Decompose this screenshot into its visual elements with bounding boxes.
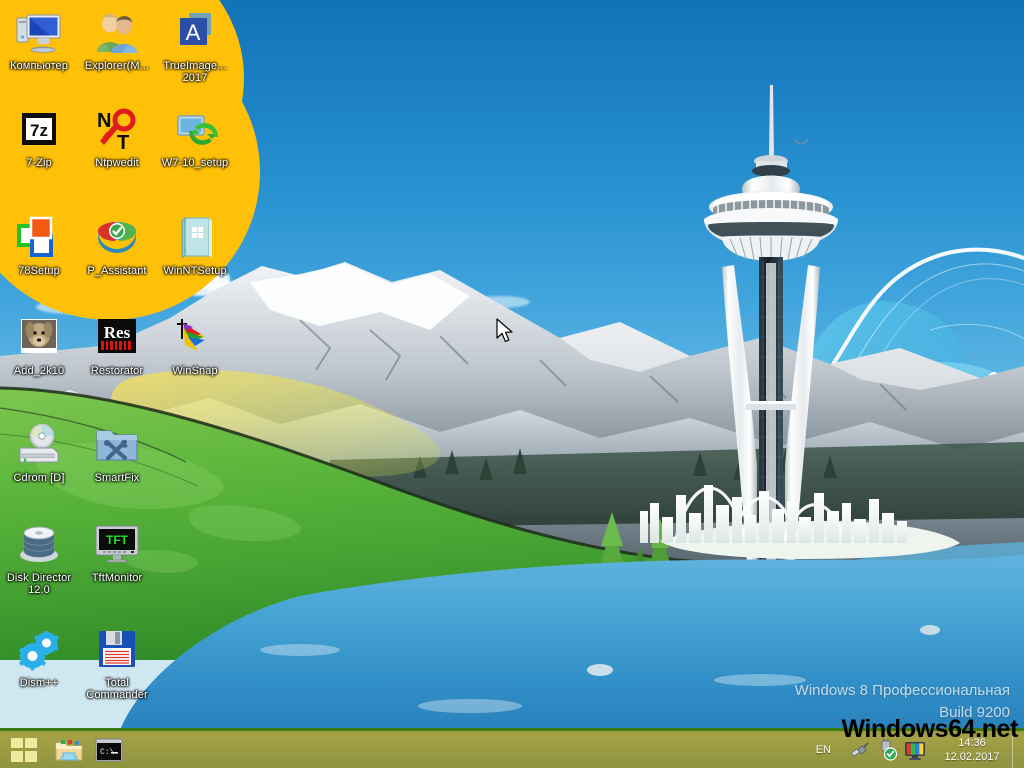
desktop-icon-label: Total Commander bbox=[86, 677, 148, 701]
start-button[interactable] bbox=[0, 731, 48, 768]
desktop-icon-smartfix[interactable]: SmartFix bbox=[78, 420, 156, 484]
taskbar-command-prompt-button[interactable]: C:\ bbox=[90, 732, 128, 768]
desktop-icon-label: Explorer(M... bbox=[84, 60, 150, 72]
desktop-icon-label: P_Assistant bbox=[87, 265, 147, 277]
desktop[interactable]: Компьютер Explorer(M... A TrueImage... 201… bbox=[0, 0, 1024, 768]
svg-text:7z: 7z bbox=[30, 121, 48, 140]
desktop-icon-computer[interactable]: Компьютер bbox=[0, 8, 78, 72]
desktop-icon-label: Restorator bbox=[90, 365, 144, 377]
desktop-icon-label: 7-Zip bbox=[26, 157, 52, 169]
desktop-icon-label: SmartFix bbox=[94, 472, 140, 484]
desktop-icon-trueimage-2017[interactable]: A TrueImage... 2017 bbox=[156, 8, 234, 84]
desktop-icon-ntpwedit[interactable]: N T Ntpwedit bbox=[78, 105, 156, 169]
desktop-icon-seven-zip[interactable]: 7z 7-Zip bbox=[0, 105, 78, 169]
blue-gears-icon bbox=[15, 625, 63, 673]
desktop-icon-total-commander[interactable]: Total Commander bbox=[78, 625, 156, 701]
desktop-icon-cdrom-d[interactable]: Cdrom [D] bbox=[0, 420, 78, 484]
desktop-icon-add-2k10[interactable]: Add_2k10 bbox=[0, 313, 78, 377]
res-black-icon: Res bbox=[93, 313, 141, 361]
desktop-icon-label: WinSnap bbox=[172, 365, 218, 377]
desktop-icon-label: Ntpwedit bbox=[95, 157, 139, 169]
users-icon bbox=[93, 8, 141, 56]
desktop-icon-label: Cdrom [D] bbox=[13, 472, 65, 484]
desktop-icon-label: Add_2k10 bbox=[13, 365, 65, 377]
desktop-icon-winsnap[interactable]: WinSnap bbox=[156, 313, 234, 377]
tools-folder-icon bbox=[93, 420, 141, 468]
desktop-icon-tftmonitor[interactable]: TFT TftMonitor bbox=[78, 520, 156, 584]
desktop-icon-w7-10-setup[interactable]: W7-10_setup bbox=[156, 105, 234, 169]
teal-book-icon bbox=[171, 213, 219, 261]
watermark-edition: Windows 8 Профессиональная bbox=[794, 682, 1010, 699]
svg-text:Res: Res bbox=[104, 323, 131, 342]
folder-explorer-icon bbox=[55, 739, 83, 760]
desktop-icon-disk-director-12[interactable]: Disk Director 12.0 bbox=[0, 520, 78, 596]
svg-text:A: A bbox=[186, 20, 201, 45]
tft-monitor-icon: TFT bbox=[93, 520, 141, 568]
desktop-icon-restorator[interactable]: Res Restorator bbox=[78, 313, 156, 377]
svg-text:TFT: TFT bbox=[106, 533, 129, 547]
computer-icon bbox=[15, 8, 63, 56]
taskbar-file-explorer-button[interactable] bbox=[50, 732, 88, 768]
sevenzip-icon: 7z bbox=[15, 105, 63, 153]
cd-drive-icon bbox=[15, 420, 63, 468]
desktop-icon-label: 78Setup bbox=[18, 265, 60, 277]
svg-text:T: T bbox=[117, 132, 129, 153]
desktop-icon-label: Disk Director 12.0 bbox=[6, 572, 72, 596]
svg-text:N: N bbox=[97, 110, 111, 132]
desktop-icon-p-assistant[interactable]: P_Assistant bbox=[78, 213, 156, 277]
floppy-disk-icon bbox=[93, 625, 141, 673]
desktop-icon-explorer-m[interactable]: Explorer(M... bbox=[78, 8, 156, 72]
desktop-icon-grid[interactable]: Компьютер Explorer(M... A TrueImage... 201… bbox=[0, 0, 1024, 726]
nt-key-icon: N T bbox=[93, 105, 141, 154]
paragon-disk-icon bbox=[93, 213, 141, 261]
three-squares-icon bbox=[15, 213, 63, 261]
screen-refresh-icon bbox=[171, 105, 219, 153]
rainbow-flag-icon bbox=[171, 313, 219, 361]
console-icon: C:\ bbox=[95, 738, 123, 761]
disk-stack-icon bbox=[15, 520, 63, 568]
language-indicator[interactable]: EN bbox=[816, 744, 831, 756]
desktop-icon-label: W7-10_setup bbox=[161, 157, 229, 169]
desktop-icon-label: Компьютер bbox=[10, 60, 68, 72]
windows-logo-icon bbox=[11, 737, 37, 762]
acronis-a-icon: A bbox=[171, 8, 219, 56]
desktop-icon-seventy-eight-setup[interactable]: 78Setup bbox=[0, 213, 78, 277]
desktop-icon-label: TrueImage... 2017 bbox=[163, 60, 227, 84]
desktop-icon-dism-plus-plus[interactable]: Dism++ bbox=[0, 625, 78, 689]
dog-photo-icon bbox=[15, 313, 63, 361]
desktop-icon-label: WinNTSetup bbox=[163, 265, 227, 277]
desktop-icon-label: TftMonitor bbox=[91, 572, 143, 584]
desktop-icon-label: Dism++ bbox=[19, 677, 59, 689]
site-watermark-stamp: Windows64.net bbox=[841, 715, 1018, 743]
desktop-icon-winntsetup[interactable]: WinNTSetup bbox=[156, 213, 234, 277]
clock-date: 12.02.2017 bbox=[944, 750, 1000, 763]
